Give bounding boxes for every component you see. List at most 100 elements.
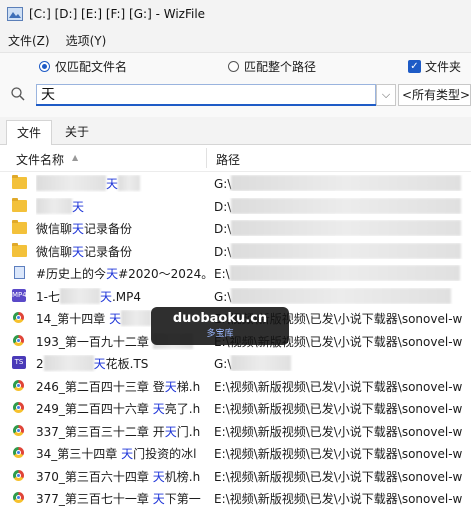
file-name-prefix: 34_第三十四章 bbox=[36, 447, 122, 461]
table-row[interactable]: MP4 1-七 天.MP4 G:\ bbox=[0, 285, 471, 307]
column-header-name[interactable]: 文件名称 bbox=[16, 151, 64, 168]
tab-files[interactable]: 文件 bbox=[6, 120, 52, 145]
title-bar: [C:] [D:] [E:] [F:] [G:] - WizFile bbox=[0, 0, 471, 28]
file-name-prefix: 337_第三百三十二章 开 bbox=[36, 424, 165, 439]
file-path-cell: E:\视频\新版视频\已发\小说下载器\sonovel-w bbox=[214, 400, 471, 417]
file-name-cell: 微信聊天记录备份 bbox=[36, 220, 208, 237]
file-path-text: E:\ bbox=[214, 267, 230, 281]
file-path-cell: E:\视频\新版视频\已发\小说下载器\sonovel-w bbox=[214, 378, 471, 395]
table-row[interactable]: 天 D:\ bbox=[0, 195, 471, 217]
file-name-cell: 246_第二百四十三章 登天梯.h bbox=[36, 378, 208, 395]
radio-match-fullpath-label: 匹配整个路径 bbox=[244, 60, 317, 74]
file-path-cell: D:\ bbox=[214, 197, 471, 214]
file-name-suffix: #2020～2024。 bbox=[118, 267, 208, 281]
file-path-cell: E:\视频\新版视频\已发\小说下载器\sonovel-w bbox=[214, 445, 471, 462]
chrome-icon bbox=[12, 424, 28, 438]
file-name-prefix: 193_第一百九十二章 bbox=[36, 334, 153, 349]
file-name-suffix: .MP4 bbox=[111, 289, 142, 304]
file-path-text: D:\ bbox=[214, 244, 232, 259]
redacted-region bbox=[229, 265, 460, 281]
file-name-suffix: 梯.h bbox=[176, 379, 201, 394]
search-history-dropdown[interactable]: ⌵ bbox=[376, 84, 396, 106]
file-name-cell: 2 天花板.TS bbox=[36, 355, 208, 372]
chrome-icon bbox=[12, 469, 28, 483]
file-path-text: E:\视频\新版视频\已发\小说下载器\sonovel-w bbox=[214, 447, 463, 461]
radio-match-fullpath[interactable]: 匹配整个路径 bbox=[228, 58, 316, 75]
file-path-cell: E:\视频\新版视频\已发\小说下载器\sonovel-w bbox=[214, 468, 471, 485]
file-path-cell: D:\ bbox=[214, 220, 471, 236]
chrome-icon bbox=[12, 311, 28, 325]
file-name-cell: 微信聊天记录备份 bbox=[36, 243, 208, 260]
png-icon bbox=[12, 266, 28, 280]
file-name-suffix: 亮了.h bbox=[164, 402, 201, 416]
redacted-region bbox=[231, 175, 462, 191]
radio-unchecked-icon bbox=[228, 61, 239, 72]
chrome-icon bbox=[12, 379, 28, 393]
match-highlight: 天 bbox=[109, 312, 122, 326]
file-name-cell: 1-七 天.MP4 bbox=[36, 287, 208, 305]
menu-bar: 文件(Z) 选项(Y) bbox=[0, 30, 114, 50]
file-name-prefix: 2 bbox=[36, 357, 44, 371]
file-name-prefix: 377_第三百七十一章 bbox=[36, 492, 153, 506]
chrome-icon bbox=[12, 334, 28, 348]
folder-icon bbox=[12, 197, 28, 213]
tab-about[interactable]: 关于 bbox=[56, 120, 98, 144]
redacted-region bbox=[231, 242, 462, 259]
folders-checkbox-label: 文件夹 bbox=[425, 60, 462, 74]
file-name-suffix: 门投资的冰l bbox=[133, 447, 197, 461]
table-row[interactable]: 370_第三百六十四章 天机榜.h E:\视频\新版视频\已发\小说下载器\son… bbox=[0, 465, 471, 487]
file-name-prefix: 14_第十四章 bbox=[36, 312, 110, 326]
redacted-region bbox=[36, 197, 72, 214]
file-type-select[interactable]: <所有类型> bbox=[398, 84, 471, 106]
folders-checkbox[interactable]: ✓ 文件夹 bbox=[408, 58, 461, 75]
match-highlight: 天 bbox=[152, 492, 165, 506]
mp4-icon: MP4 bbox=[12, 288, 28, 303]
file-name-suffix: 机榜.h bbox=[164, 469, 201, 484]
search-input[interactable]: 天 bbox=[36, 84, 376, 106]
file-path-cell: E:\视频\新版视频\已发\小说下载器\sonovel-w bbox=[214, 423, 471, 440]
file-name-prefix: 249_第二百四十六章 bbox=[36, 402, 153, 416]
file-path-cell: G:\ bbox=[214, 355, 471, 371]
menu-file[interactable]: 文件(Z) bbox=[0, 32, 58, 49]
table-row[interactable]: #历史上的今天#2020～2024。 E:\ bbox=[0, 262, 471, 284]
file-path-cell: E:\视频\新版视频\已发\小说下载器\sonovel-w bbox=[214, 490, 471, 507]
file-name-suffix: 门.h bbox=[176, 424, 201, 439]
table-row[interactable]: 微信聊天记录备份 D:\ bbox=[0, 240, 471, 262]
radio-match-filename[interactable]: 仅匹配文件名 bbox=[39, 58, 127, 75]
file-name-suffix: 下第一 bbox=[164, 492, 201, 506]
redacted-region bbox=[121, 310, 152, 326]
file-name-cell: 34_第三十四章 天门投资的冰l bbox=[36, 445, 208, 462]
folder-icon bbox=[12, 220, 28, 235]
file-path-text: G:\ bbox=[214, 289, 232, 304]
column-header-path[interactable]: 路径 bbox=[216, 151, 240, 168]
file-path-text: E:\视频\新版视频\已发\小说下载器\sonovel-w bbox=[214, 379, 463, 394]
redacted-region bbox=[231, 287, 452, 304]
file-name-prefix: 246_第二百四十三章 登 bbox=[36, 379, 165, 394]
file-name-suffix: 花板.TS bbox=[105, 357, 149, 371]
match-highlight: 天 bbox=[152, 469, 165, 484]
table-row[interactable]: 249_第二百四十六章 天亮了.h E:\视频\新版视频\已发\小说下载器\son… bbox=[0, 397, 471, 419]
column-divider[interactable] bbox=[206, 148, 207, 168]
list-header: 文件名称 ▲ 路径 bbox=[0, 145, 471, 172]
redacted-region bbox=[59, 287, 100, 304]
table-row[interactable]: 34_第三十四章 天门投资的冰l E:\视频\新版视频\已发\小说下载器\sono… bbox=[0, 442, 471, 464]
table-row[interactable]: 246_第二百四十三章 登天梯.h E:\视频\新版视频\已发\小说下载器\son… bbox=[0, 375, 471, 397]
match-highlight: 天 bbox=[99, 289, 112, 304]
file-name-suffix: 记录备份 bbox=[84, 244, 133, 259]
table-row[interactable]: 天 G:\ bbox=[0, 172, 471, 194]
table-row[interactable]: TS 2 天花板.TS G:\ bbox=[0, 352, 471, 374]
wizfile-app-icon bbox=[7, 7, 23, 21]
chrome-icon bbox=[12, 446, 28, 460]
file-name-cell: 天 bbox=[36, 197, 208, 215]
redacted-region bbox=[36, 175, 106, 191]
table-row[interactable]: 微信聊天记录备份 D:\ bbox=[0, 217, 471, 239]
table-row[interactable]: 377_第三百七十一章 天下第一 E:\视频\新版视频\已发\小说下载器\sono… bbox=[0, 487, 471, 509]
file-name-prefix: 1-七 bbox=[36, 289, 60, 304]
menu-options[interactable]: 选项(Y) bbox=[58, 32, 115, 49]
file-path-cell: G:\ bbox=[214, 175, 471, 191]
sort-ascending-icon: ▲ bbox=[72, 153, 79, 162]
redacted-region bbox=[118, 175, 141, 191]
table-row[interactable]: 337_第三百三十二章 开天门.h E:\视频\新版视频\已发\小说下载器\son… bbox=[0, 420, 471, 442]
tab-strip: 文件 关于 bbox=[0, 118, 471, 145]
folder-icon bbox=[12, 175, 28, 190]
